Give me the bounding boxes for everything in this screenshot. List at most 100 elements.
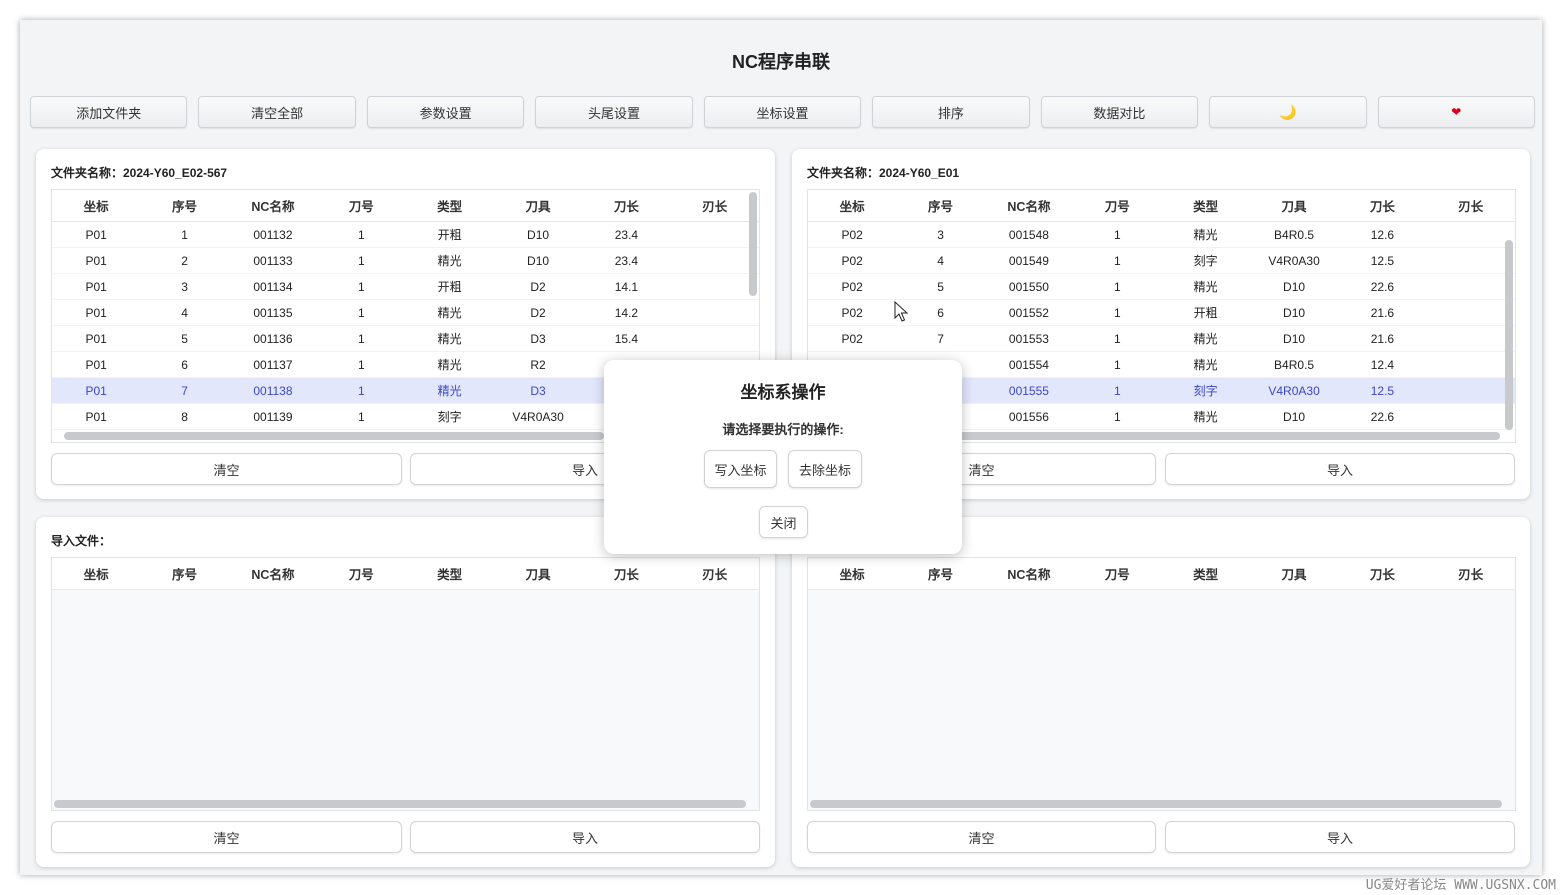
column-header[interactable]: 刀具 (494, 196, 582, 215)
column-header[interactable]: 刀号 (317, 564, 405, 583)
page-title: NC程序串联 (732, 52, 830, 72)
left-clear-button[interactable]: 清空 (51, 453, 402, 485)
table-cell: 001139 (253, 409, 293, 424)
table-cell: 1 (357, 383, 365, 398)
data-compare-button[interactable]: 数据对比 (1040, 96, 1199, 128)
column-header[interactable]: 刀长 (1338, 196, 1426, 215)
table-cell: 开粗 (1193, 306, 1218, 320)
watermark: UG爱好者论坛 WWW.UGSNX.COM (1365, 878, 1556, 893)
import-left-clear-button[interactable]: 清空 (51, 821, 402, 853)
column-header[interactable]: 刀具 (494, 564, 582, 583)
theme-toggle-button[interactable]: 🌙 (1209, 96, 1367, 128)
import-right-import-button[interactable]: 导入 (1165, 821, 1515, 853)
table-cell: 1 (357, 305, 365, 320)
table-cell: 23.4 (614, 253, 639, 268)
column-header[interactable]: NC名称 (985, 196, 1073, 215)
column-header[interactable]: 序号 (896, 196, 984, 215)
column-header[interactable]: 坐标 (52, 196, 140, 215)
sort-button[interactable]: 排序 (872, 96, 1030, 128)
table-cell: D2 (530, 305, 546, 320)
column-header[interactable]: 序号 (896, 564, 984, 583)
column-header[interactable]: 类型 (1162, 196, 1250, 215)
vertical-scrollbar[interactable] (1505, 240, 1513, 430)
dialog-close-button[interactable]: 关闭 (759, 506, 808, 538)
table-row[interactable]: P01 1 001132 1 开粗 D10 23.4 (52, 222, 759, 248)
dialog-subtitle: 请选择要执行的操作: (722, 422, 844, 437)
column-header[interactable]: 序号 (140, 564, 228, 583)
table-row[interactable]: P01 3 001134 1 开粗 D2 14.1 (52, 274, 759, 300)
params-settings-button[interactable]: 参数设置 (366, 96, 525, 128)
column-header[interactable]: NC名称 (229, 564, 317, 583)
table-cell: 001135 (253, 305, 293, 320)
table-cell: 精光 (437, 306, 462, 320)
table-row[interactable]: P01 2 001133 1 精光 D10 23.4 (52, 248, 759, 274)
import-right-clear-button[interactable]: 清空 (807, 821, 1156, 853)
table-row[interactable]: P02 3 001548 1 精光 B4R0.5 12.6 (808, 222, 1515, 248)
table-row[interactable]: P02 6 001552 1 开粗 D10 21.6 (808, 300, 1515, 326)
left-folder-name: 文件夹名称：2024-Y60_E02-567 (51, 166, 228, 180)
column-header[interactable]: 刀号 (1073, 196, 1161, 215)
table-cell: 1 (357, 227, 365, 242)
table-row[interactable]: P02 4 001549 1 刻字 V4R0A30 12.5 (808, 248, 1515, 274)
column-header[interactable]: 刀号 (1073, 564, 1161, 583)
table-cell: 1 (181, 227, 188, 242)
column-header[interactable]: 刃长 (671, 564, 759, 583)
write-coordinate-button[interactable]: 写入坐标 (704, 450, 777, 488)
column-header[interactable]: 刃长 (1427, 196, 1515, 215)
table-cell: 7 (181, 383, 188, 398)
column-header[interactable]: 刀具 (1250, 196, 1338, 215)
column-header[interactable]: 坐标 (808, 196, 896, 215)
head-tail-settings-button[interactable]: 头尾设置 (535, 96, 693, 128)
coord-settings-button[interactable]: 坐标设置 (703, 96, 862, 128)
vertical-scrollbar[interactable] (749, 192, 757, 296)
column-header[interactable]: 类型 (406, 564, 494, 583)
table-cell: 精光 (437, 384, 462, 398)
column-header[interactable]: 刀号 (317, 196, 405, 215)
clear-all-button[interactable]: 清空全部 (198, 96, 356, 128)
import-left-import-button[interactable]: 导入 (410, 821, 760, 853)
table-cell: R2 (530, 357, 546, 372)
table-cell: 精光 (437, 254, 462, 268)
table-cell: 001553 (1008, 331, 1049, 346)
table-cell: 23.4 (614, 227, 639, 242)
table-row[interactable]: P01 4 001135 1 精光 D2 14.2 (52, 300, 759, 326)
right-import-button[interactable]: 导入 (1165, 453, 1515, 485)
column-header[interactable]: 类型 (1162, 564, 1250, 583)
add-folder-button[interactable]: 添加文件夹 (30, 96, 188, 128)
column-header[interactable]: 坐标 (52, 564, 140, 583)
column-header[interactable]: 刀具 (1250, 564, 1338, 583)
table-cell: V4R0A30 (1268, 383, 1320, 398)
column-header[interactable]: 刃长 (671, 196, 759, 215)
column-header[interactable]: 刀长 (1338, 564, 1426, 583)
table-cell: 001554 (1008, 357, 1049, 372)
table-cell: 001556 (1008, 409, 1049, 424)
column-header[interactable]: 坐标 (808, 564, 896, 583)
column-header[interactable]: 类型 (406, 196, 494, 215)
table-row[interactable]: P02 7 001553 1 精光 D10 21.6 (808, 326, 1515, 352)
table-row[interactable]: P02 5 001550 1 精光 D10 22.6 (808, 274, 1515, 300)
column-header[interactable]: 刀长 (582, 564, 670, 583)
column-header[interactable]: 刀长 (582, 196, 670, 215)
table-cell: 21.6 (1370, 305, 1395, 320)
column-header[interactable]: NC名称 (985, 564, 1073, 583)
remove-coordinate-button[interactable]: 去除坐标 (788, 450, 862, 488)
table-cell: 001134 (253, 279, 293, 294)
favorite-button[interactable]: ❤ (1377, 96, 1535, 128)
table-cell: P01 (85, 357, 107, 372)
table-cell: 1 (1113, 253, 1121, 268)
horizontal-scrollbar[interactable] (54, 800, 746, 808)
column-header[interactable]: 序号 (140, 196, 228, 215)
table-cell: P01 (85, 279, 107, 294)
table-cell: P02 (841, 253, 863, 268)
table-cell: P02 (841, 227, 863, 242)
horizontal-scrollbar[interactable] (64, 432, 604, 440)
table-cell: 12.6 (1370, 227, 1395, 242)
table-cell: D10 (1283, 305, 1306, 320)
table-cell: 001555 (1008, 383, 1049, 398)
table-cell: 14.1 (614, 279, 639, 294)
column-header[interactable]: 刃长 (1427, 564, 1515, 583)
table-row[interactable]: P01 5 001136 1 精光 D3 15.4 (52, 326, 759, 352)
column-header[interactable]: NC名称 (229, 196, 317, 215)
table-cell: 精光 (1193, 410, 1218, 424)
horizontal-scrollbar[interactable] (810, 800, 1502, 808)
